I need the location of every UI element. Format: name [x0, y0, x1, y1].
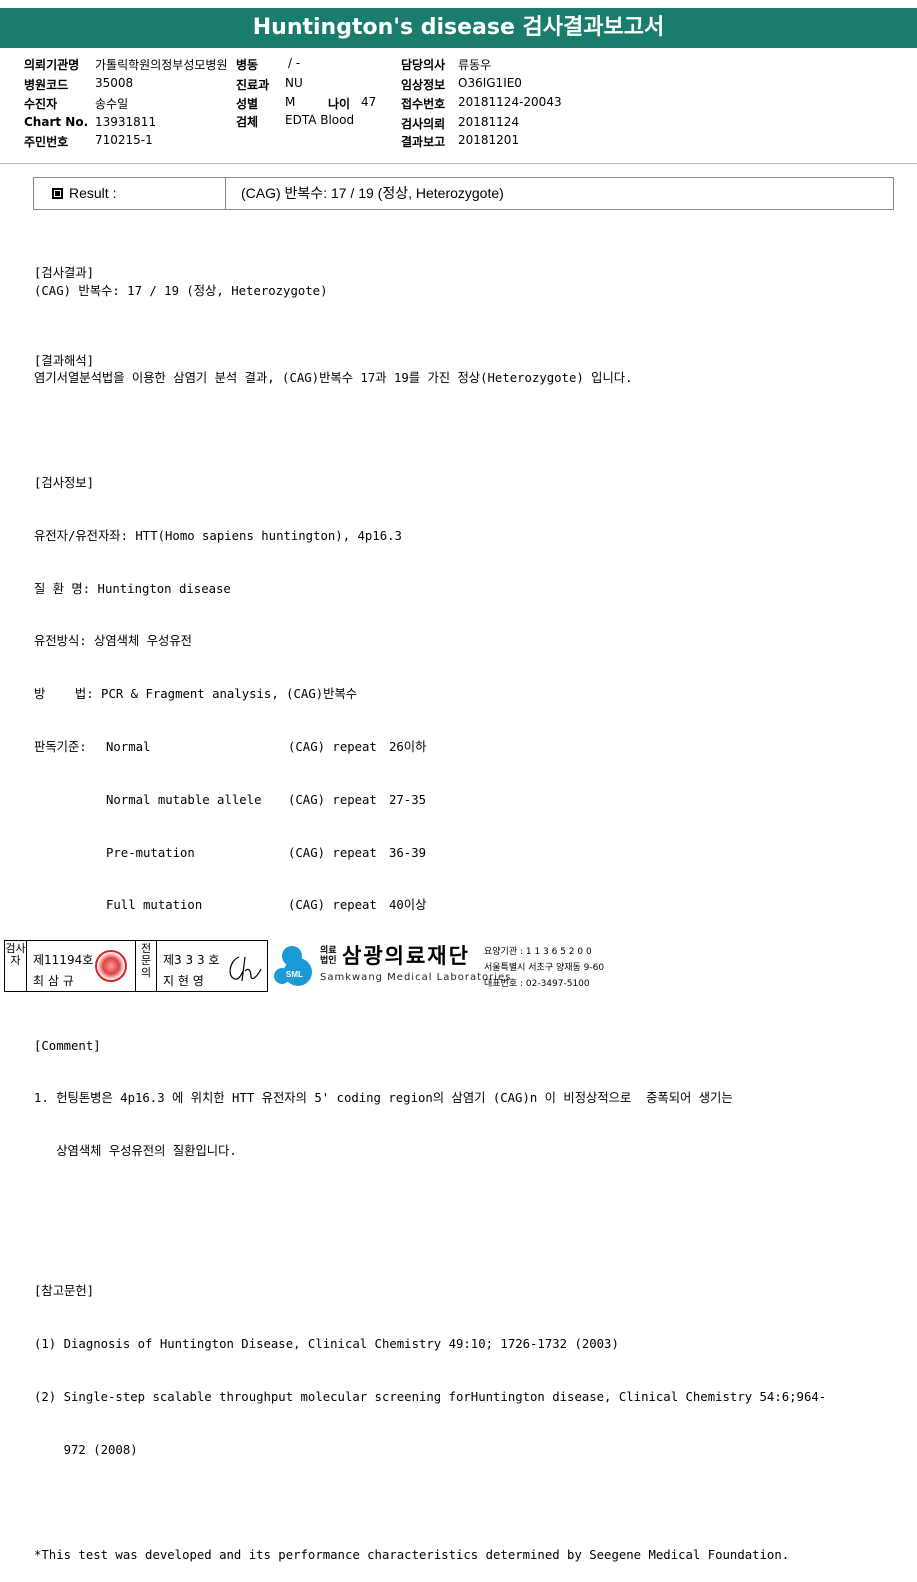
field-label: 병원코드	[24, 78, 69, 92]
gene-info: 유전자/유전자좌: HTT(Homo sapiens huntington), …	[34, 528, 402, 543]
criteria-label: 판독기준:	[34, 740, 87, 755]
specialist-name: 지 현 영	[163, 974, 204, 988]
report-footer: 검사자 제11194호 최 삼 규 전문의 제3 3 3 호 지 현 영 SML…	[0, 936, 917, 996]
section-heading: [Comment]	[34, 1038, 101, 1053]
field-label: 진료과	[236, 78, 270, 92]
field-label: 담당의사	[401, 58, 446, 72]
checkbox-icon	[52, 188, 63, 199]
field-label: 주민번호	[24, 135, 69, 149]
criteria-row: 판독기준: Normal (CAG) repeat 26이하	[34, 739, 894, 757]
section-interpretation: [결과해석] 염기서열분석법을 이용한 삼염기 분석 결과, (CAG)반복수 1…	[34, 353, 894, 388]
criteria-repeat: (CAG) repeat	[288, 740, 377, 755]
patient-header: 의뢰기관명 가톨릭학원의정부성모병원 병원코드 35008 수진자 송수일 Ch…	[0, 48, 917, 164]
field-label: 성별	[236, 97, 259, 111]
field-label: 임상정보	[401, 78, 446, 92]
field-value: 710215-1	[95, 133, 153, 147]
phone: 대표번호 : 02-3497-5100	[484, 979, 590, 989]
field-value: O36IG1IE0	[458, 76, 522, 90]
seal-stamp-icon	[95, 950, 127, 982]
criteria-range: 40이상	[389, 898, 427, 913]
signature-icon	[229, 956, 262, 982]
criteria-row: Full mutation (CAG) repeat 40이상	[34, 897, 894, 915]
criteria-range: 36-39	[389, 845, 427, 860]
signature-box: 검사자 제11194호 최 삼 규 전문의 제3 3 3 호 지 현 영	[4, 940, 268, 992]
criteria-repeat: (CAG) repeat	[288, 898, 377, 913]
tester-number: 제11194호	[33, 953, 94, 967]
field-label: 접수번호	[401, 97, 446, 111]
criteria-name: Pre-mutation	[106, 845, 195, 860]
result-label: Result :	[69, 185, 117, 201]
criteria-range: 26이하	[389, 740, 427, 755]
criteria-name: Full mutation	[106, 898, 203, 913]
field-value: NU	[285, 76, 303, 90]
section-heading: [참고문헌]	[34, 1284, 95, 1299]
method-info: 방 법: PCR & Fragment analysis, (CAG)반복수	[34, 687, 358, 702]
result-label-cell: Result :	[34, 178, 226, 209]
criteria-name: Normal	[106, 740, 151, 755]
reference-item: (2) Single-step scalable throughput mole…	[34, 1389, 827, 1404]
field-value: 35008	[95, 76, 134, 90]
report-title: Huntington's disease 검사결과보고서	[0, 8, 917, 48]
field-value: / -	[288, 56, 301, 70]
section-references: [참고문헌] (1) Diagnosis of Huntington Disea…	[34, 1248, 894, 1494]
field-label: Chart No.	[24, 115, 89, 129]
org-name: 삼광의료재단	[342, 944, 470, 968]
section-heading: [결과해석]	[34, 353, 95, 368]
field-label: 수진자	[24, 97, 58, 111]
field-value: 류동우	[458, 58, 492, 72]
sml-logo-icon: SML	[274, 946, 312, 986]
field-value: 20181124-20043	[458, 95, 562, 109]
institution-code: 요양기관 : 1 1 3 6 5 2 0 0	[484, 947, 592, 957]
disease-info: 질 환 명: Huntington disease	[34, 581, 231, 596]
criteria-repeat: (CAG) repeat	[288, 845, 377, 860]
comment-line: 1. 헌팅톤병은 4p16.3 에 위치한 HTT 유전자의 5' coding…	[34, 1091, 733, 1106]
field-value: 20181124	[458, 115, 520, 129]
criteria-name: Normal mutable allele	[106, 792, 262, 807]
address: 서울특별시 서초구 양재동 9-60	[484, 963, 605, 973]
svg-text:SML: SML	[286, 970, 303, 979]
report-body: [검사결과] (CAG) 반복수: 17 / 19 (정상, Heterozygo…	[34, 230, 894, 1582]
field-label: 병동	[236, 58, 259, 72]
criteria-row: Normal mutable allele (CAG) repeat 27-35	[34, 792, 894, 810]
field-value: EDTA Blood	[285, 113, 355, 127]
result-value: (CAG) 반복수: 17 / 19 (정상, Heterozygote)	[241, 185, 504, 201]
field-label: 나이	[328, 97, 351, 111]
reference-item: 972 (2008)	[34, 1442, 138, 1457]
field-value: 13931811	[95, 115, 157, 129]
field-label: 결과보고	[401, 135, 446, 149]
specialist-number: 제3 3 3 호	[163, 953, 220, 967]
field-value: 47	[361, 95, 377, 109]
section-comment: [Comment] 1. 헌팅톤병은 4p16.3 에 위치한 HTT 유전자의…	[34, 1002, 894, 1196]
org-english-name: Samkwang Medical Laboratories	[320, 972, 512, 983]
tester-label: 검사자	[5, 941, 27, 991]
specialist-label: 전문의	[135, 941, 157, 991]
interpretation-text: 염기서열분석법을 이용한 삼염기 분석 결과, (CAG)반복수 17과 19를…	[34, 371, 633, 386]
criteria-range: 27-35	[389, 792, 427, 807]
field-value: 송수일	[95, 97, 129, 111]
org-subtitle: 의료법인	[320, 946, 337, 966]
result-text: (CAG) 반복수: 17 / 19 (정상, Heterozygote)	[34, 283, 328, 298]
field-label: 검사의뢰	[401, 117, 446, 131]
section-heading: [검사정보]	[34, 476, 95, 491]
reference-item: (1) Diagnosis of Huntington Disease, Cli…	[34, 1337, 619, 1352]
disclaimer-note: *This test was developed and its perform…	[34, 1547, 790, 1562]
tester-name: 최 삼 규	[33, 974, 74, 988]
org-contact: 요양기관 : 1 1 3 6 5 2 0 0 서울특별시 서초구 양재동 9-6…	[484, 944, 604, 992]
field-value: 가톨릭학원의정부성모병원	[95, 58, 228, 72]
criteria-repeat: (CAG) repeat	[288, 792, 377, 807]
section-test-info: [검사정보] 유전자/유전자좌: HTT(Homo sapiens huntin…	[34, 440, 894, 950]
section-result: [검사결과] (CAG) 반복수: 17 / 19 (정상, Heterozygo…	[34, 265, 894, 300]
field-label: 검체	[236, 115, 259, 129]
field-value: 20181201	[458, 133, 520, 147]
inheritance-info: 유전방식: 상염색체 우성유전	[34, 634, 192, 649]
comment-line: 상염색체 우성유전의 질환입니다.	[34, 1144, 237, 1159]
field-value: M	[285, 95, 296, 109]
section-heading: [검사결과]	[34, 266, 95, 281]
field-label: 의뢰기관명	[24, 58, 80, 72]
criteria-row: Pre-mutation (CAG) repeat 36-39	[34, 845, 894, 863]
result-summary-bar: Result : (CAG) 반복수: 17 / 19 (정상, Heteroz…	[33, 177, 894, 210]
